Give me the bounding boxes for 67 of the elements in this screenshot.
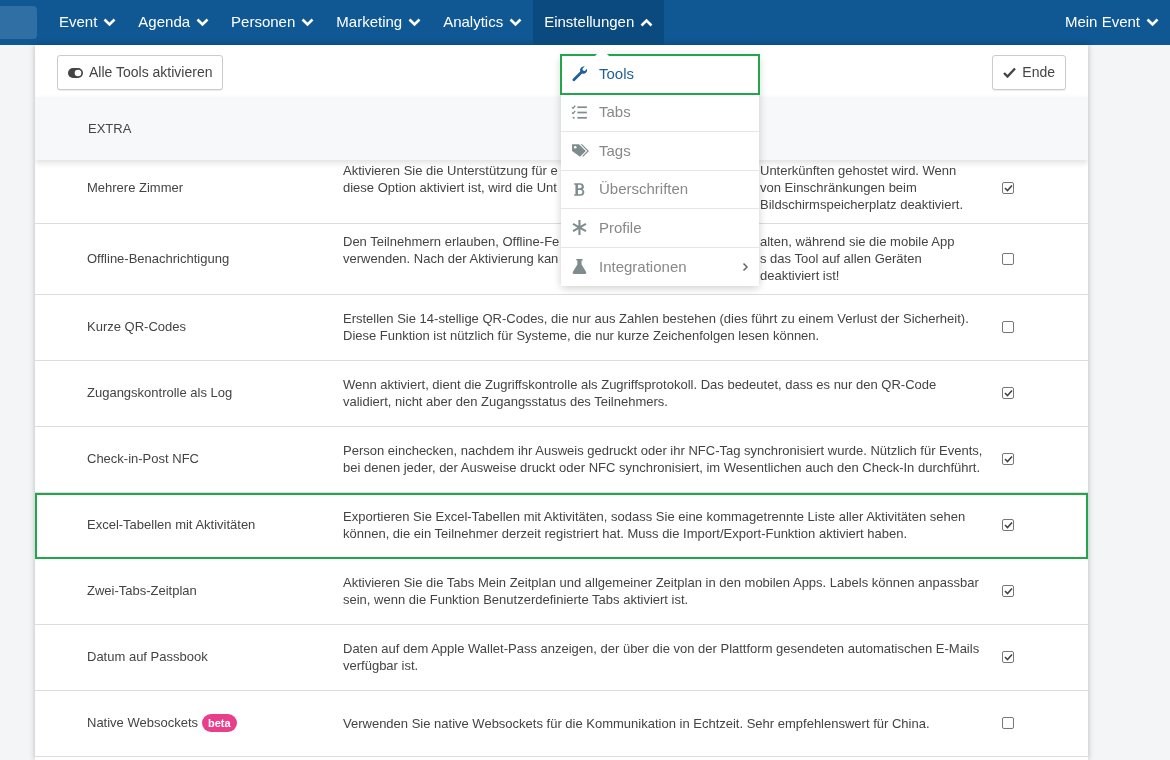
end-button[interactable]: Ende [992,55,1066,90]
chevron-down-icon [509,18,523,27]
nav-menu-item[interactable]: Einstellungen [533,0,665,45]
description-text: Den Teilnehmern erlauben, Offline-Fe [343,233,561,250]
checkbox[interactable] [1002,252,1014,265]
feature-description: Verwenden Sie native Websockets für die Kommunikation in Echtzeit. Sehr empfehlenswert für China. [343,714,931,732]
menu-item[interactable]: Profile [561,209,759,248]
menu-item[interactable]: Tools [561,55,759,94]
feature-name: Check-in-Post NFC [87,450,199,469]
chevron-down-icon [1146,18,1159,27]
feature-description: Exportieren Sie Excel-Tabellen mit Aktivitäten, sodass Sie eine kommagetrennte Liste aller Aktivitäten sehen können, die ein Teilnehmer derzeit registriert hat. Muss die Import/Export-Funktion aktiviert haben. [343,508,967,542]
description-text: Bildschirmspeicherplatz deaktiviert. [760,196,965,213]
beta-badge: beta [202,713,237,733]
section-title: EXTRA [88,119,132,138]
description-text: verwenden. Nach der Aktivierung kan [343,250,560,267]
description-text: diese Option aktiviert ist, wird die Unt [343,179,558,196]
feature-name: Mehrere Zimmer [87,178,184,197]
tags-icon [571,142,589,160]
feature-description: Person einchecken, nachdem ihr Ausweis gedruckt oder ihr NFC-Tag synchronisiert wurde. Nützlich für Events, bei denen jeder, der Ausweise druckt oder NFC synchronisiert, im Wesentlichen auch den Check-In durchführt. [343,442,984,476]
checkbox[interactable] [1002,387,1014,399]
chevron-down-icon [103,18,117,27]
feature-name: Zwei-Tabs-Zeitplan [87,582,197,601]
nav-menu-item[interactable]: Mein Event [1053,0,1170,45]
flask-icon [571,258,589,276]
chevron-down-icon [196,18,210,27]
feature-description: Daten auf dem Apple Wallet-Pass anzeigen, der über die von der Plattform gesendeten automatischen E-Mails verfügbar ist. [343,640,981,674]
checkbox[interactable] [1002,585,1014,597]
menu-item[interactable]: Tags [561,132,759,171]
description-text: deaktiviert ist! [760,267,841,284]
feature-name: Zugangskontrolle als Log [87,384,233,403]
asterisk-icon [571,219,589,237]
chevron-up-icon [640,18,654,27]
description-text: s das Tool auf allen Geräten [760,250,923,267]
checkbox[interactable] [1002,453,1014,465]
nav-menu-item[interactable]: Agenda [127,0,221,45]
feature-description: Erstellen Sie 14-stellige QR-Codes, die nur aus Zahlen bestehen (dies führt zu einem Verlust der Sicherheit). Diese Funktion ist nützlich für Systeme, die nur kurze Zeichenfolgen lesen können. [343,310,970,344]
activate-all-button[interactable]: Alle Tools aktivieren [57,55,224,90]
checklist-icon [571,103,589,121]
description-text: Aktivieren Sie die Unterstützung für e [343,162,559,179]
check-icon [1003,67,1017,78]
feature-name: Kurze QR-Codes [87,318,186,337]
description-text: von Einschränkungen beim [760,179,918,196]
chevron-right-icon [742,261,749,272]
nav-menu-item[interactable]: Personen [220,0,326,45]
menu-item[interactable]: Integrationen [561,247,759,286]
chevron-down-icon [408,18,422,27]
chevron-down-icon [301,18,315,27]
checkbox[interactable] [1002,651,1014,663]
feature-name: Native Websockets [87,714,199,733]
feature-name: Excel-Tabellen mit Aktivitäten [87,516,256,535]
feature-name: Offline-Benachrichtigung [87,249,230,268]
menu-item[interactable]: Tabs [561,93,759,132]
feature-description: Wenn aktiviert, dient die Zugriffskontrolle als Zugriffsprotokoll. Das bedeutet, dass es nur den QR-Code validiert, nicht aber den Zugangsstatus des Teilnehmers. [343,376,938,410]
checkbox[interactable] [1002,717,1014,729]
description-text: alten, während sie die mobile App [760,233,956,250]
feature-name: Datum auf Passbook [87,648,208,667]
menu-item[interactable]: Überschriften [561,170,759,209]
feature-description: Aktivieren Sie die Tabs Mein Zeitplan und allgemeiner Zeitplan in den mobilen Apps. Labels können anpassbar sein, wenn die Funktion Benutzerdefinierte Tabs aktiviert ist. [343,574,980,608]
toggle-icon [68,67,83,78]
nav-menu-item[interactable]: Event [48,0,128,45]
nav-menu-item[interactable]: Analytics [432,0,534,45]
nav-menu-item[interactable]: Marketing [325,0,433,45]
checkbox[interactable] [1002,321,1014,333]
description-text: Unterkünften gehostet wird. Wenn [760,162,958,179]
checkbox[interactable] [1002,519,1014,531]
checkbox[interactable] [1002,181,1014,194]
wrench-icon [571,65,589,83]
